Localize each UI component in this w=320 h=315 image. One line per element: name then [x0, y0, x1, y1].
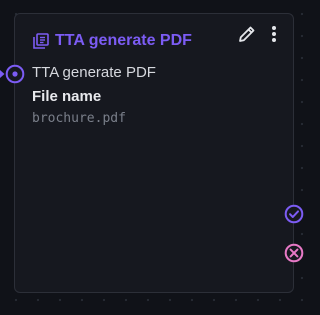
more-vertical-icon: [271, 25, 277, 43]
more-menu-button[interactable]: [267, 23, 281, 45]
node-subtitle: TTA generate PDF: [32, 64, 156, 81]
x-circle-icon: [284, 243, 304, 263]
node-title: TTA generate PDF: [55, 32, 192, 49]
node-card[interactable]: TTA generate PDF TTA generate PDF File n…: [14, 13, 294, 293]
pencil-icon: [237, 24, 257, 44]
success-output-handle[interactable]: [284, 204, 304, 224]
input-handle[interactable]: [0, 63, 26, 85]
check-circle-icon: [284, 204, 304, 224]
node-header: TTA generate PDF: [33, 30, 192, 52]
file-name-value: brochure.pdf: [32, 111, 126, 126]
input-handle-icon: [0, 63, 26, 85]
file-name-label: File name: [32, 88, 102, 105]
edit-button[interactable]: [236, 23, 258, 45]
library-books-icon: [33, 33, 49, 49]
error-output-handle[interactable]: [284, 243, 304, 263]
